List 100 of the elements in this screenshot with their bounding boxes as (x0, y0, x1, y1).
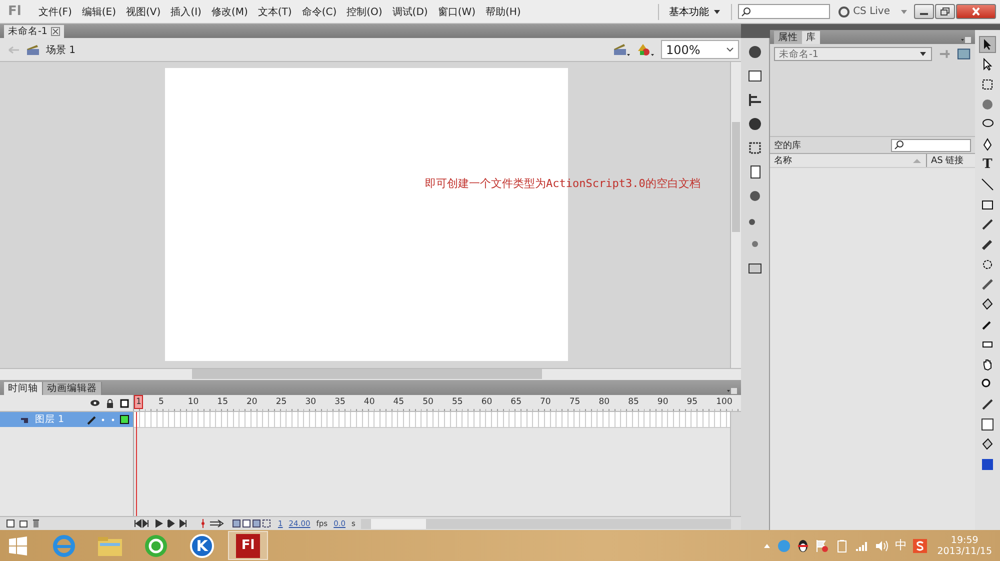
chevron-icon (726, 46, 734, 52)
horizontal-scrollbar[interactable] (0, 368, 741, 380)
menu-item[interactable]: 插入(I) (166, 4, 206, 18)
clapperboard-icon[interactable] (613, 42, 631, 56)
menu-item[interactable]: 控制(O) (342, 4, 388, 18)
menu-item[interactable]: 编辑(E) (76, 4, 122, 18)
arrow-tool[interactable] (979, 36, 996, 53)
frame-number: 85 (627, 397, 640, 407)
frame-number: 30 (304, 397, 318, 407)
brush-icon (981, 238, 994, 251)
transform-icon (981, 78, 994, 91)
deco-icon (981, 258, 994, 271)
frame-number: 65 (510, 397, 522, 407)
trash-icon[interactable] (32, 519, 40, 528)
column-header[interactable]: AS 链接 (927, 154, 968, 167)
fill-tool[interactable] (979, 456, 996, 473)
caret-icon (713, 8, 722, 14)
document-tab[interactable]: 未命名-1 (4, 25, 64, 38)
frame-number: 15 (216, 397, 229, 407)
new-layer-icon[interactable] (6, 519, 15, 528)
transform-icon[interactable] (747, 140, 763, 156)
outline-icon[interactable] (120, 398, 129, 408)
workspace-dropdown[interactable]: 基本功能 (665, 4, 726, 18)
vertical-scrollbar[interactable] (730, 62, 741, 368)
zoom-dropdown[interactable]: 100% (661, 40, 739, 59)
stroke-tool[interactable] (979, 416, 996, 433)
hand-icon (981, 358, 994, 371)
frame-number: 80 (598, 397, 611, 407)
minimize-button[interactable] (914, 4, 934, 19)
panel-tab[interactable]: 时间轴 (4, 382, 43, 395)
frame-number: 25 (274, 397, 288, 407)
dots-icon[interactable] (101, 418, 115, 422)
frame-number: 1 (134, 395, 144, 409)
frame-number: 70 (539, 397, 552, 407)
frame-number: 35 (334, 397, 346, 407)
frame-number: 45 (392, 397, 406, 407)
subselect-icon (981, 58, 994, 71)
close-button[interactable] (956, 4, 996, 19)
menu-item[interactable]: 文本(T) (252, 4, 297, 18)
align-icon[interactable] (747, 92, 763, 108)
menu-item[interactable]: 调试(D) (387, 4, 433, 18)
frame-number: 100 (715, 397, 734, 407)
pencil-icon (86, 414, 96, 424)
menu-item[interactable]: 窗口(W) (432, 4, 481, 18)
fill-icon (981, 458, 994, 471)
scene-label[interactable]: 场景 1 (46, 42, 76, 56)
frame-number: 95 (686, 397, 699, 407)
frame-number: 5 (157, 397, 165, 407)
bucket-icon (981, 438, 994, 451)
frame-number: 75 (568, 397, 582, 407)
panel-menu-icon[interactable] (727, 387, 737, 395)
new-library-icon[interactable] (957, 48, 971, 60)
menu-item[interactable]: 文件(F) (33, 4, 77, 18)
flag-icon[interactable] (815, 538, 830, 552)
close-icon[interactable] (51, 27, 60, 36)
panel-menu-icon[interactable] (961, 36, 971, 44)
sogou-icon[interactable] (913, 538, 928, 552)
penguin-icon[interactable] (797, 538, 810, 552)
panel-tab[interactable]: 动画编辑器 (43, 382, 102, 395)
ring-icon (838, 6, 850, 18)
close-icon (971, 7, 981, 16)
annotation-text: 即可创建一个文件类型为ActionScript3.0的空白文档 (425, 176, 700, 191)
menu-item[interactable]: 命令(C) (296, 4, 342, 18)
taskbar-app[interactable]: K (182, 531, 222, 560)
app-logo: Fl (8, 4, 22, 19)
frame-number: 50 (422, 397, 434, 407)
sort-icon (912, 158, 922, 164)
taskbar-app[interactable]: Fl (228, 531, 268, 560)
folder-icon[interactable] (19, 519, 28, 528)
cs-live-button[interactable]: CS Live (853, 6, 890, 17)
text-tool[interactable]: T (979, 156, 996, 173)
search-field[interactable] (738, 4, 830, 19)
pen-icon (981, 138, 994, 151)
sphere-icon (981, 98, 994, 111)
grid-icon[interactable] (747, 68, 763, 84)
pencil-icon (981, 218, 994, 231)
horizontal-scrollbar[interactable] (361, 518, 731, 528)
frame-number: 20 (246, 397, 258, 407)
menu-item[interactable]: 修改(M) (206, 4, 253, 18)
panel-tab[interactable]: 属性 (774, 31, 802, 44)
frame-ruler[interactable]: 1 5 10 15 20 25 30 35 40 45 50 55 60 65 70 75 80 85 90 95 100 (134, 395, 741, 411)
library-dropdown[interactable]: 未命名-1 (774, 47, 932, 61)
line-tool[interactable] (979, 176, 996, 193)
edit-frames-icon[interactable] (232, 519, 272, 528)
menu-item[interactable]: 视图(V) (121, 4, 166, 18)
restore-button[interactable] (935, 4, 955, 19)
vertical-scrollbar[interactable] (730, 412, 741, 516)
search-icon (894, 140, 904, 150)
lock-icon[interactable] (106, 398, 114, 408)
search-field[interactable] (891, 138, 971, 152)
layer-color-icon[interactable] (120, 415, 129, 424)
bucket-icon (981, 298, 994, 311)
panel-tab[interactable]: 库 (802, 31, 820, 44)
menu-item[interactable]: 帮助(H) (480, 4, 526, 18)
start-button[interactable] (8, 536, 28, 556)
line-icon (981, 178, 994, 191)
caret-icon[interactable] (900, 8, 908, 14)
layer-icon (20, 415, 30, 424)
eye-icon[interactable] (90, 399, 100, 407)
shapes-icon[interactable] (637, 42, 655, 56)
